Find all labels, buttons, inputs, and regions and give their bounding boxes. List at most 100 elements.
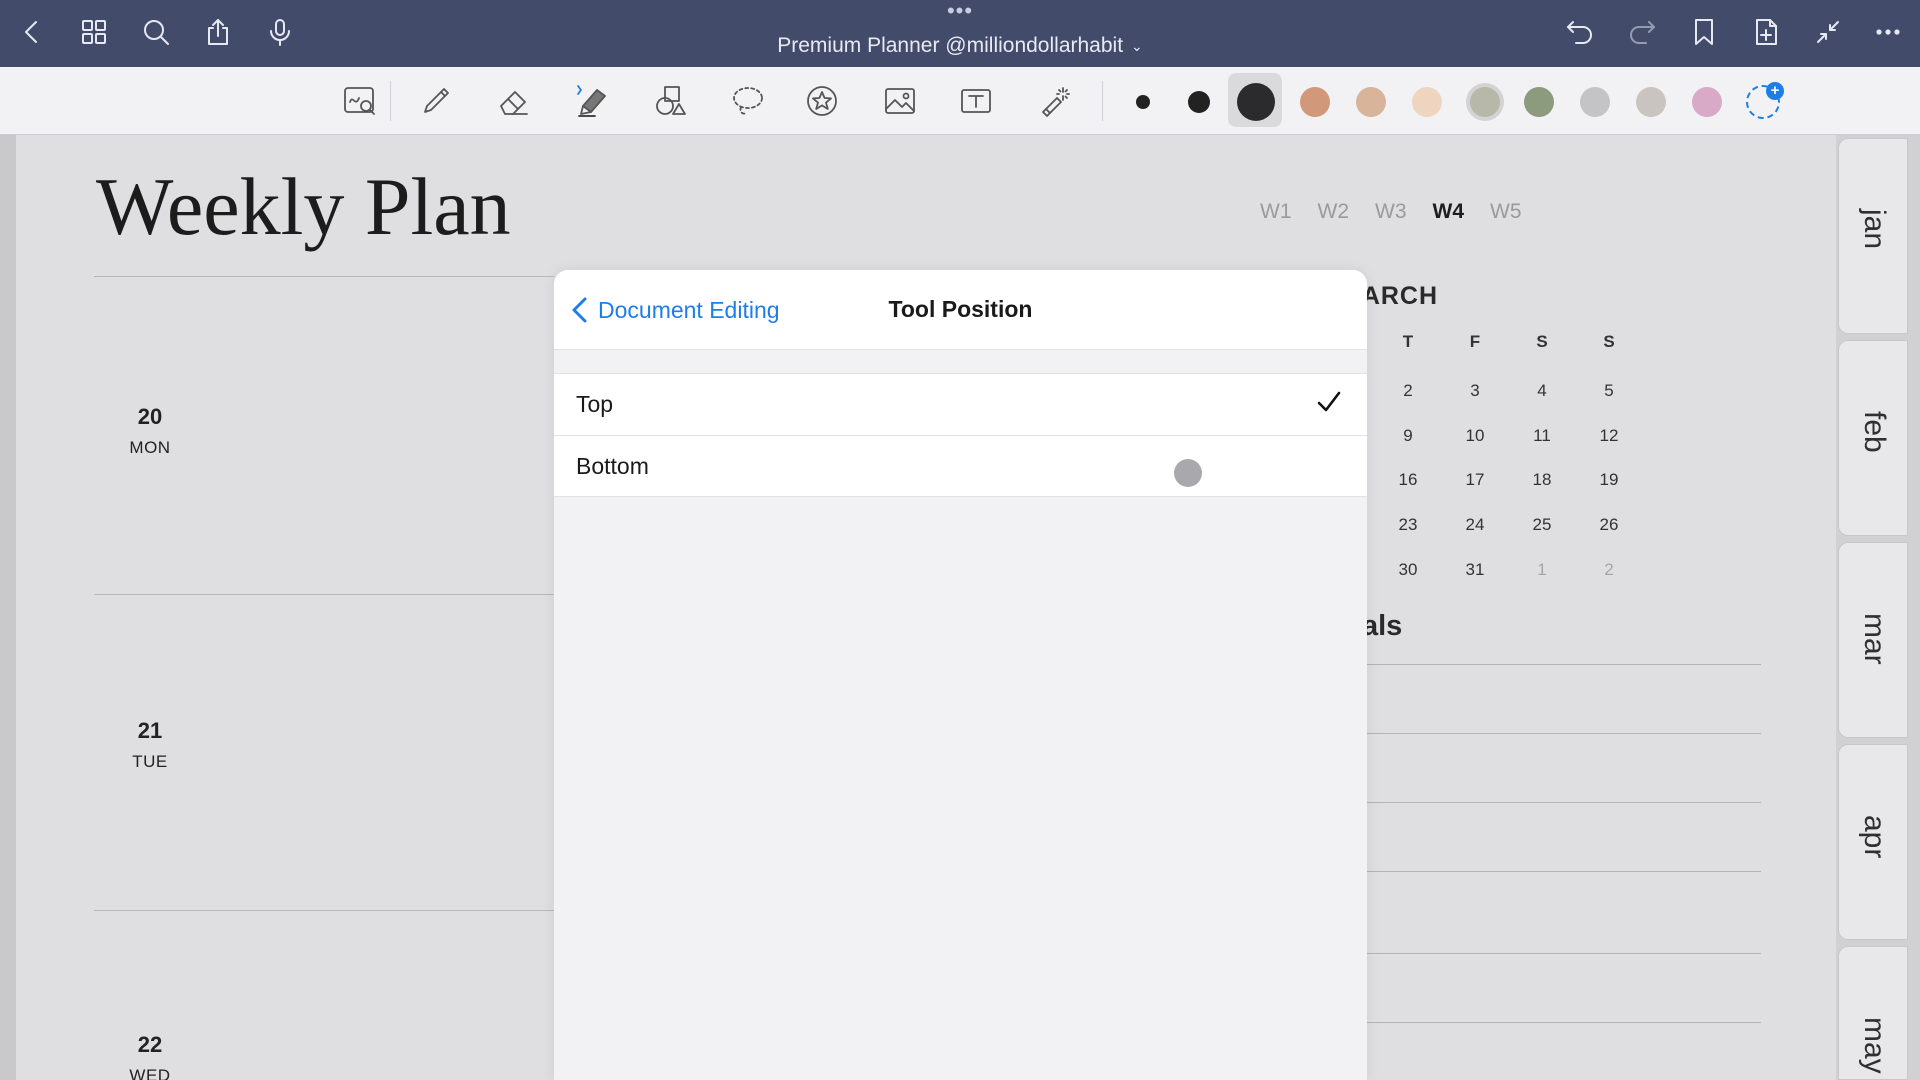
month-tab-mar[interactable]: mar [1838,542,1908,738]
tool-position-options: Top Bottom [554,373,1367,497]
option-bottom[interactable]: Bottom [554,435,1367,496]
window-handle-dots[interactable]: ••• [945,0,975,26]
calendar-day[interactable]: 18 [1522,470,1562,490]
back-icon[interactable] [12,12,52,52]
touch-indicator [1174,459,1202,487]
page-title: Weekly Plan [96,161,511,252]
goal-line [1366,953,1761,954]
eraser-tool-icon[interactable] [490,77,538,125]
color-swatch-sage-selected[interactable] [1470,87,1500,117]
search-icon[interactable] [136,12,176,52]
lasso-tool-icon[interactable] [724,77,772,125]
plus-icon: + [1766,82,1784,100]
color-swatch-taupe[interactable] [1636,87,1666,117]
week-tab-w3[interactable]: W3 [1375,200,1407,224]
calendar-day[interactable]: 11 [1522,426,1562,446]
calendar-day[interactable]: 30 [1388,560,1428,580]
laser-pointer-tool-icon[interactable] [1030,77,1078,125]
checkmark-icon [1315,388,1343,416]
pen-size-medium[interactable] [1188,91,1210,113]
calendar-day-next-month[interactable]: 1 [1522,560,1562,580]
color-swatch-gray[interactable] [1580,87,1610,117]
divider [94,594,554,595]
calendar-day[interactable]: 2 [1388,381,1428,401]
color-swatch-olive[interactable] [1524,87,1554,117]
goal-line [1366,1022,1761,1023]
month-tab-feb[interactable]: feb [1838,340,1908,536]
microphone-icon[interactable] [260,12,300,52]
month-tab-apr[interactable]: apr [1838,744,1908,940]
bookmark-icon[interactable] [1684,12,1724,52]
calendar-day[interactable]: 23 [1388,515,1428,535]
calendar-day[interactable]: 19 [1589,470,1629,490]
top-nav-bar: ••• Premium Planner @milliondollarhabit ⌄ [0,0,1920,67]
divider [94,276,554,277]
calendar-day-next-month[interactable]: 2 [1589,560,1629,580]
pen-size-large[interactable] [1237,83,1275,121]
zoom-writing-tool-icon[interactable] [336,77,384,125]
calendar-day[interactable]: 17 [1455,470,1495,490]
day-number: 21 [137,718,163,743]
page-left-edge [0,135,16,1080]
calendar-day[interactable]: 16 [1388,470,1428,490]
color-swatch-terracotta[interactable] [1300,87,1330,117]
month-tab-label: mar [1858,613,1891,665]
week-tab-w2[interactable]: W2 [1318,200,1350,224]
elements-sticker-tool-icon[interactable] [798,77,846,125]
month-tab-label: apr [1858,815,1891,859]
toolbar-divider [390,81,391,121]
calendar-day[interactable]: 10 [1455,426,1495,446]
day-name: TUE [132,752,168,771]
day-monday: 20 MON [110,404,190,458]
undo-icon[interactable] [1560,12,1600,52]
day-number: 22 [137,1032,163,1057]
redo-icon[interactable] [1622,12,1662,52]
text-tool-icon[interactable] [952,77,1000,125]
image-tool-icon[interactable] [876,77,924,125]
calendar-weekday: S [1603,332,1615,351]
calendar-day[interactable]: 31 [1455,560,1495,580]
chevron-down-icon: ⌄ [1131,37,1143,54]
document-title[interactable]: Premium Planner @milliondollarhabit ⌄ [720,34,1200,58]
share-icon[interactable] [198,12,238,52]
calendar-day[interactable]: 5 [1589,381,1629,401]
color-swatch-pink[interactable] [1692,87,1722,117]
calendar-day[interactable]: 24 [1455,515,1495,535]
calendar-weekday: S [1536,332,1548,351]
week-tab-w5[interactable]: W5 [1490,200,1522,224]
drawing-toolbar: + [0,67,1920,135]
pen-size-small[interactable] [1136,95,1150,109]
week-tab-w1[interactable]: W1 [1260,200,1292,224]
month-tab-label: feb [1858,411,1891,453]
highlighter-tool-icon[interactable] [568,77,616,125]
toolbar-divider [1102,81,1103,121]
calendar-weekday: F [1469,332,1481,351]
color-swatch-tan[interactable] [1356,87,1386,117]
month-tab-may[interactable]: may [1838,946,1908,1080]
shapes-tool-icon[interactable] [646,77,694,125]
calendar-day[interactable]: 25 [1522,515,1562,535]
goals-heading: als [1362,610,1403,642]
option-top[interactable]: Top [554,374,1367,435]
collapse-toolbar-icon[interactable] [1808,12,1848,52]
grid-view-icon[interactable] [74,12,114,52]
week-tabs: W1 W2 W3 W4 W5 [1260,200,1522,224]
week-tab-w4[interactable]: W4 [1433,200,1465,224]
calendar-day[interactable]: 4 [1522,381,1562,401]
calendar-day[interactable]: 12 [1589,426,1629,446]
calendar-day[interactable]: 3 [1455,381,1495,401]
divider [94,910,554,911]
document-title-text: Premium Planner @milliondollarhabit [777,34,1124,57]
month-tab-jan[interactable]: jan [1838,138,1908,334]
calendar-day[interactable]: 26 [1589,515,1629,535]
color-swatch-peach[interactable] [1412,87,1442,117]
calendar-day[interactable]: 9 [1388,426,1428,446]
option-label: Bottom [576,452,649,479]
goal-line [1366,664,1761,665]
more-options-icon[interactable] [1868,12,1908,52]
add-page-icon[interactable] [1746,12,1786,52]
day-number: 20 [137,404,163,429]
day-name: WED [129,1066,171,1080]
pen-tool-icon[interactable] [412,77,460,125]
goal-line [1366,871,1761,872]
